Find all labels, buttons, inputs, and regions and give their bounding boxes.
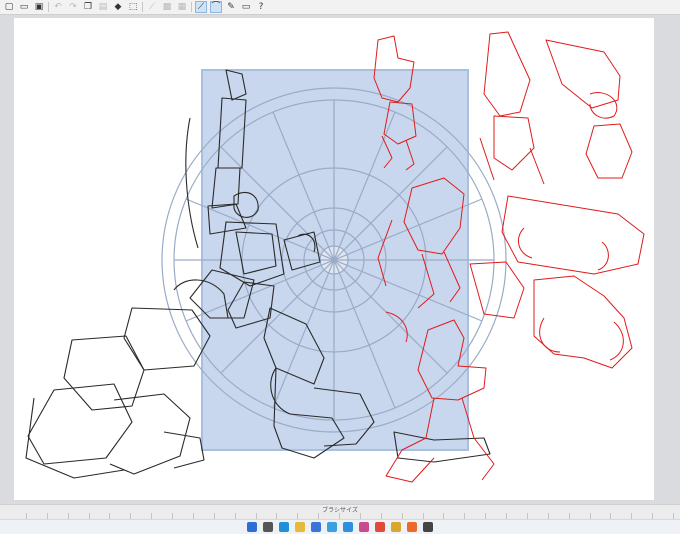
fill-icon[interactable]: ◆ xyxy=(112,1,124,13)
chrome-icon[interactable] xyxy=(391,522,401,532)
undo-icon[interactable]: ↶ xyxy=(52,1,64,13)
transform-icon[interactable]: ⬚ xyxy=(127,1,139,13)
windows-taskbar xyxy=(0,519,680,534)
new-file-icon[interactable]: ▢ xyxy=(3,1,15,13)
browser-icon[interactable] xyxy=(279,522,289,532)
paste-icon[interactable]: ▤ xyxy=(97,1,109,13)
store-icon[interactable] xyxy=(311,522,321,532)
clip-studio-icon[interactable] xyxy=(407,522,417,532)
toolbar-separator xyxy=(191,2,192,12)
help-icon[interactable]: ? xyxy=(255,1,267,13)
edit-icon[interactable]: ✎ xyxy=(225,1,237,13)
canvas-workspace xyxy=(0,15,680,505)
photos-icon[interactable] xyxy=(327,522,337,532)
toolbar-separator xyxy=(48,2,49,12)
save-icon[interactable]: ▣ xyxy=(33,1,45,13)
mail-icon[interactable] xyxy=(343,522,353,532)
fill-layer-icon[interactable]: ▦ xyxy=(176,1,188,13)
clear-icon[interactable]: ⟋ xyxy=(146,1,158,13)
start-icon[interactable] xyxy=(247,522,257,532)
drawing-canvas[interactable] xyxy=(14,18,654,500)
ruler-curve-icon[interactable]: ⌒ xyxy=(210,1,222,13)
select-all-icon[interactable]: ▩ xyxy=(161,1,173,13)
eraser-icon[interactable]: ▭ xyxy=(240,1,252,13)
ruler-line-icon[interactable]: ⟋ xyxy=(195,1,207,13)
toolbar-separator xyxy=(142,2,143,12)
open-folder-icon[interactable]: ▭ xyxy=(18,1,30,13)
redo-icon[interactable]: ↷ xyxy=(67,1,79,13)
search-icon[interactable] xyxy=(263,522,273,532)
copy-icon[interactable]: ❐ xyxy=(82,1,94,13)
brush-size-panel: ブラシサイズ xyxy=(0,504,680,519)
main-toolbar: ▢ ▭ ▣ ↶ ↷ ❐ ▤ ◆ ⬚ ⟋ ▩ ▦ ⟋ ⌒ ✎ ▭ ? xyxy=(0,0,680,15)
paint-icon[interactable] xyxy=(359,522,369,532)
media-icon[interactable] xyxy=(375,522,385,532)
sketch-artwork xyxy=(25,31,645,483)
tool-icon[interactable] xyxy=(423,522,433,532)
files-icon[interactable] xyxy=(295,522,305,532)
